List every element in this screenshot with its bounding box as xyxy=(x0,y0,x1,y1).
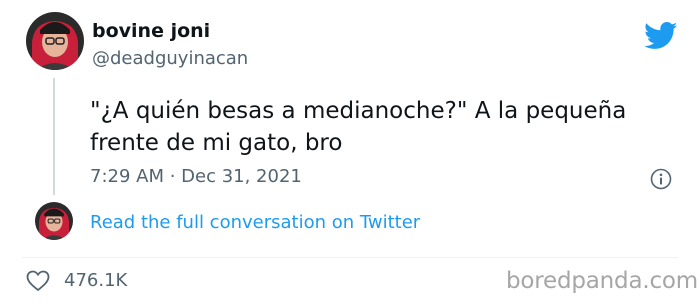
author-handle[interactable]: @deadguyinacan xyxy=(92,48,248,69)
boredpanda-watermark: boredpanda.com xyxy=(506,268,698,294)
tweet-text: "¿A quién besas a medianoche?" A la pequ… xyxy=(90,95,670,159)
heart-icon[interactable] xyxy=(26,270,50,292)
author-avatar[interactable] xyxy=(26,12,84,70)
reply-avatar[interactable] xyxy=(35,202,73,240)
thread-line xyxy=(53,78,55,195)
likes-count[interactable]: 476.1K xyxy=(64,270,127,291)
tweet-timestamp[interactable]: 7:29 AM · Dec 31, 2021 xyxy=(90,166,302,187)
tweet-text-line: "¿A quién besas a medianoche?" A la pequ… xyxy=(90,98,627,124)
tweet-text-line: frente de mi gato, bro xyxy=(90,130,343,156)
read-conversation-link[interactable]: Read the full conversation on Twitter xyxy=(90,212,420,233)
author-display-name[interactable]: bovine joni xyxy=(92,20,210,42)
twitter-bird-icon[interactable] xyxy=(644,22,678,50)
divider xyxy=(22,257,678,258)
info-icon[interactable] xyxy=(650,168,672,190)
